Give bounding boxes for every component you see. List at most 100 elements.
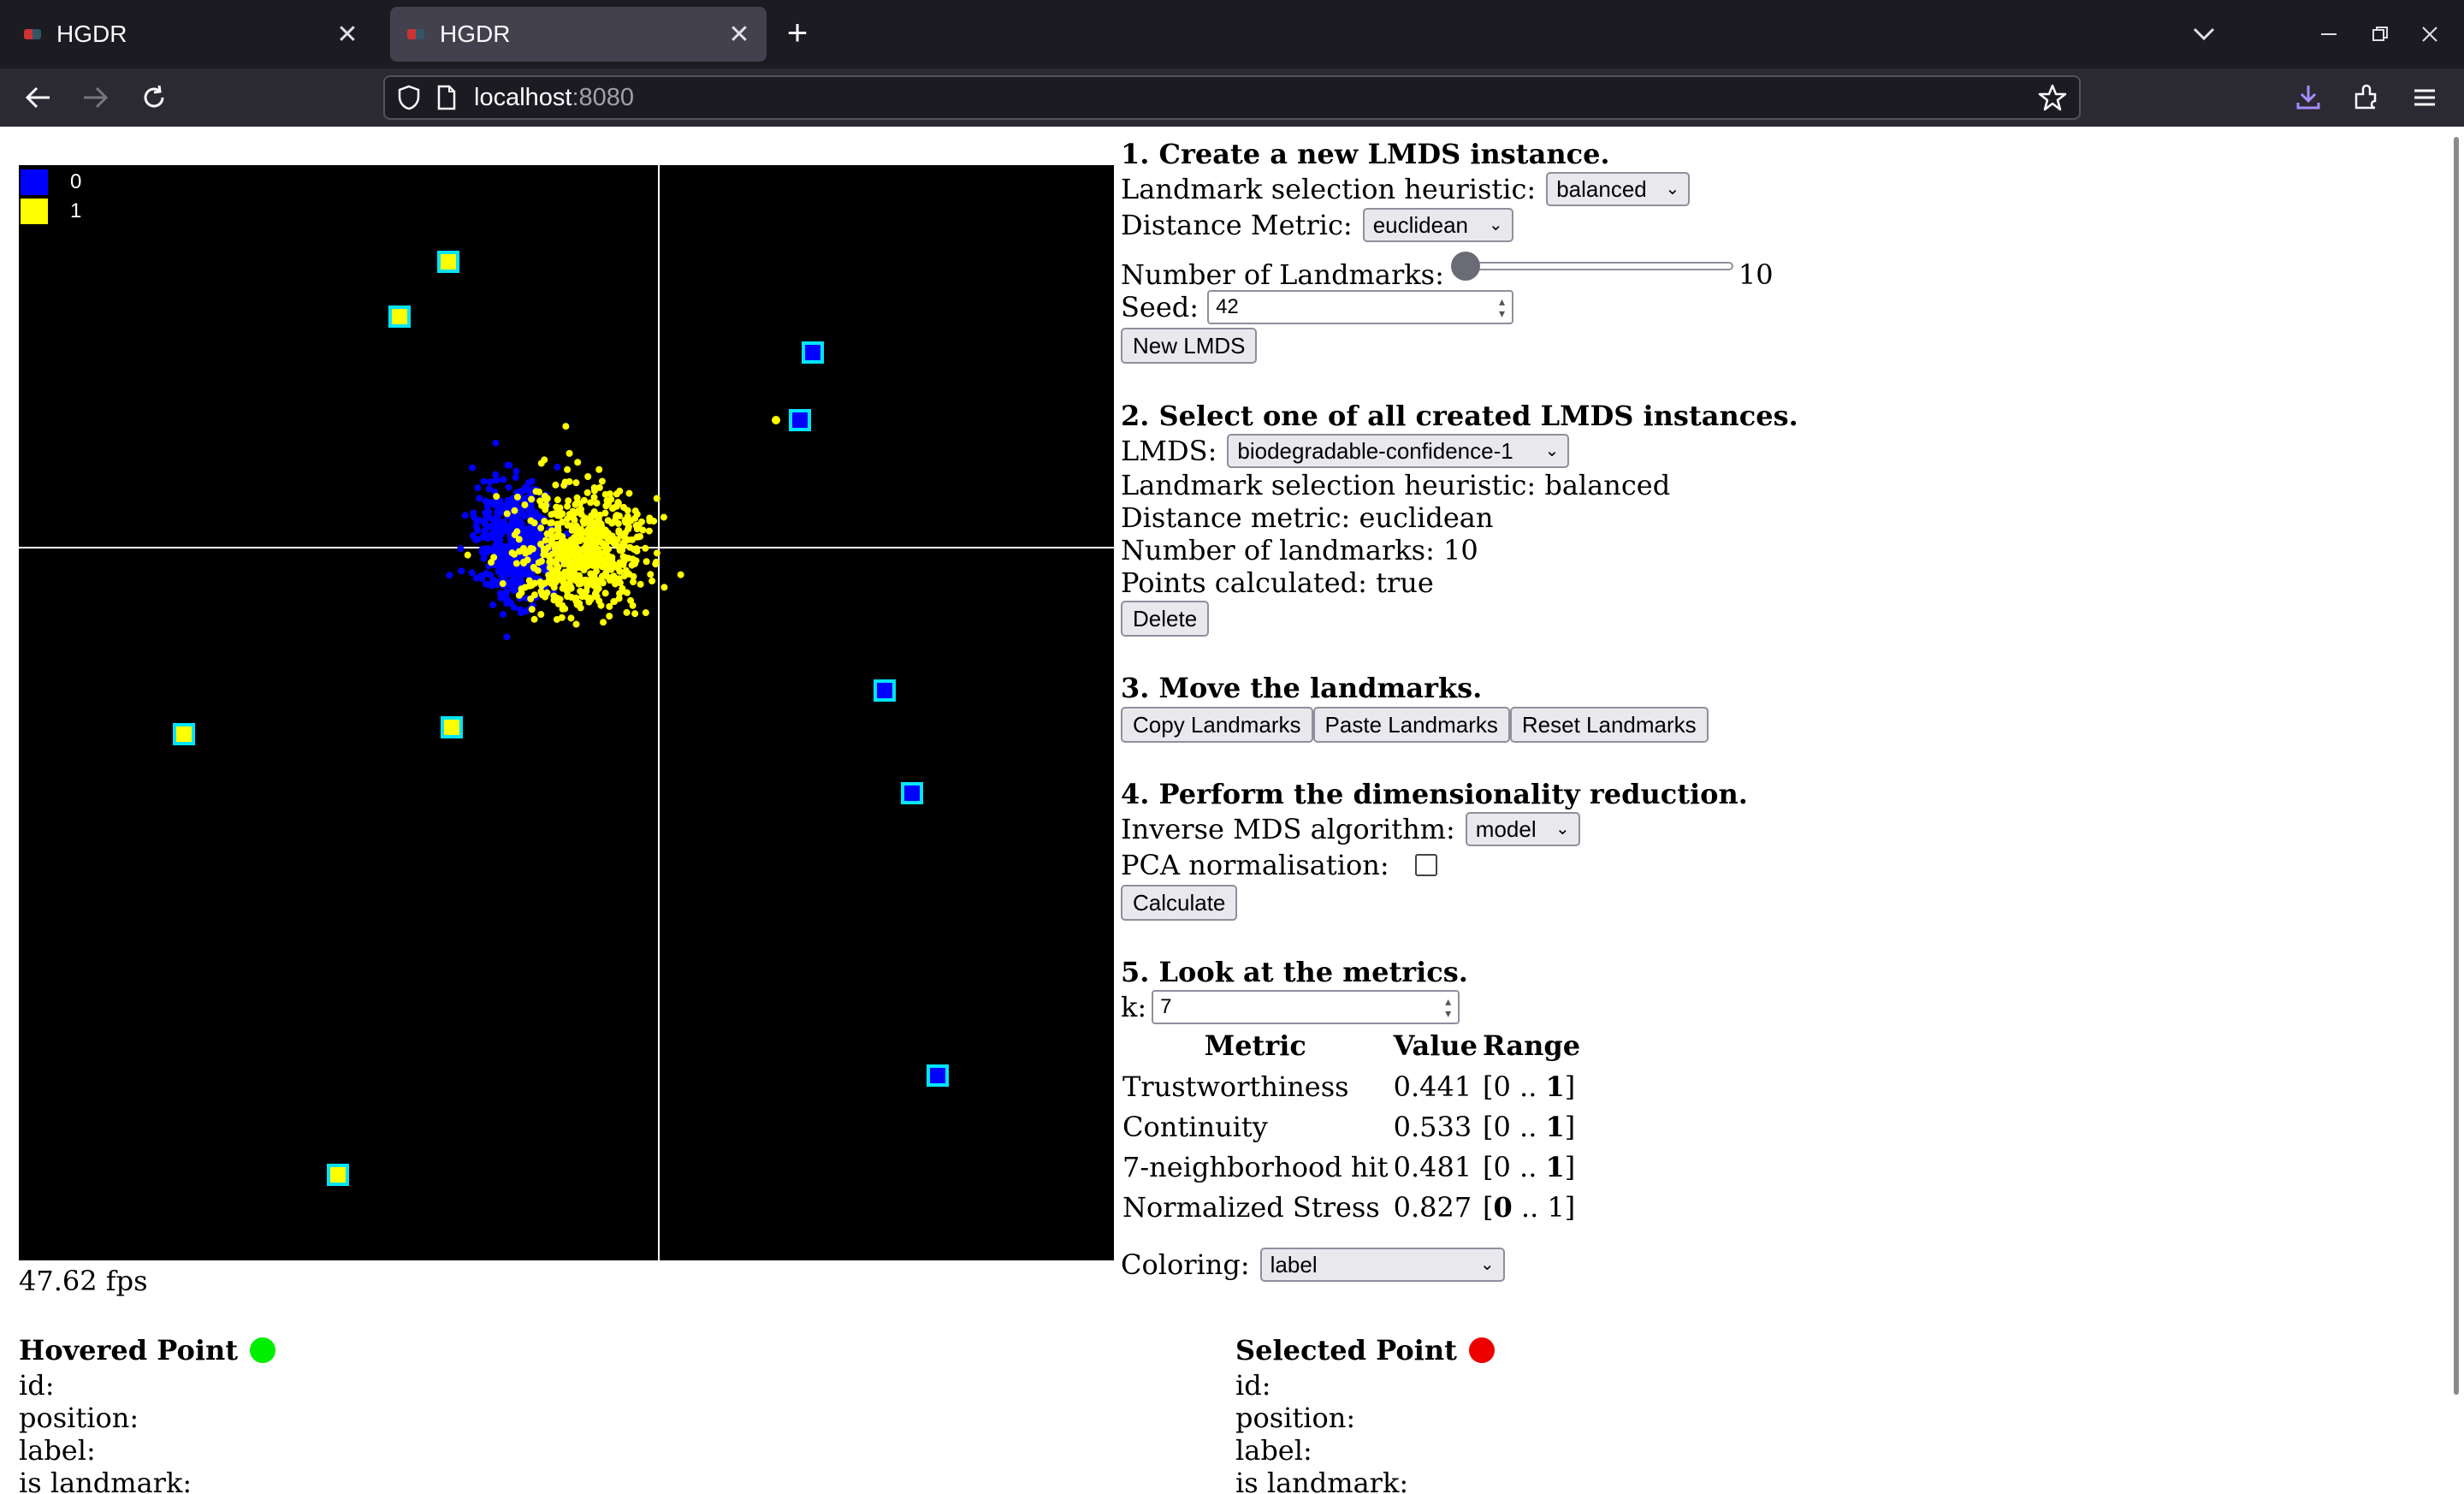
point-label-0[interactable] bbox=[500, 573, 507, 581]
point-label-0[interactable] bbox=[474, 484, 482, 492]
point-label-1[interactable] bbox=[566, 565, 573, 572]
point-label-1[interactable] bbox=[600, 619, 607, 626]
point-label-1[interactable] bbox=[541, 518, 548, 525]
landmark-marker[interactable] bbox=[789, 409, 811, 431]
reset-landmarks-button[interactable]: Reset Landmarks bbox=[1509, 707, 1709, 743]
point-label-1[interactable] bbox=[559, 537, 566, 545]
point-label-1[interactable] bbox=[553, 541, 560, 548]
point-label-1[interactable] bbox=[553, 532, 560, 540]
point-label-1[interactable] bbox=[589, 525, 597, 532]
point-label-1[interactable] bbox=[512, 560, 520, 567]
point-label-1[interactable] bbox=[631, 610, 639, 618]
point-label-1[interactable] bbox=[630, 545, 637, 553]
url-bar[interactable]: localhost:8080 bbox=[383, 75, 2081, 120]
algorithm-select[interactable]: model ⌄ bbox=[1465, 812, 1580, 846]
point-label-0[interactable] bbox=[519, 487, 527, 495]
point-label-1[interactable] bbox=[615, 595, 623, 602]
point-label-1[interactable] bbox=[528, 606, 536, 614]
point-label-0[interactable] bbox=[494, 532, 501, 540]
point-label-1[interactable] bbox=[604, 535, 612, 542]
new-lmds-button[interactable]: New LMDS bbox=[1121, 328, 1258, 364]
point-label-1[interactable] bbox=[598, 477, 606, 485]
point-label-1[interactable] bbox=[530, 519, 538, 527]
point-label-0[interactable] bbox=[518, 578, 525, 585]
reload-icon[interactable] bbox=[135, 79, 173, 116]
landmark-marker[interactable] bbox=[874, 679, 896, 702]
landmark-marker[interactable] bbox=[927, 1064, 949, 1087]
point-label-1[interactable] bbox=[647, 571, 654, 578]
point-label-1[interactable] bbox=[613, 490, 620, 498]
point-label-0[interactable] bbox=[480, 477, 488, 485]
pca-checkbox[interactable] bbox=[1414, 854, 1437, 876]
point-label-1[interactable] bbox=[537, 611, 545, 619]
point-label-1[interactable] bbox=[493, 493, 500, 501]
point-label-1[interactable] bbox=[580, 496, 588, 504]
point-label-1[interactable] bbox=[614, 500, 622, 507]
point-label-1[interactable] bbox=[653, 558, 660, 566]
point-label-1[interactable] bbox=[595, 584, 602, 592]
shield-icon[interactable] bbox=[397, 85, 428, 110]
point-label-1[interactable] bbox=[581, 563, 589, 571]
point-label-0[interactable] bbox=[482, 509, 489, 517]
point-label-0[interactable] bbox=[500, 527, 507, 535]
point-label-1[interactable] bbox=[543, 530, 551, 537]
point-label-1[interactable] bbox=[572, 620, 580, 628]
point-label-0[interactable] bbox=[513, 568, 521, 576]
point-label-1[interactable] bbox=[577, 557, 584, 565]
point-label-0[interactable] bbox=[492, 542, 500, 549]
point-label-1[interactable] bbox=[614, 519, 622, 527]
point-label-1[interactable] bbox=[532, 488, 540, 495]
point-label-1[interactable] bbox=[585, 533, 593, 541]
point-label-1[interactable] bbox=[513, 493, 521, 501]
point-label-0[interactable] bbox=[495, 567, 502, 575]
paste-landmarks-button[interactable]: Paste Landmarks bbox=[1312, 707, 1510, 743]
point-label-1[interactable] bbox=[511, 550, 518, 558]
point-label-0[interactable] bbox=[480, 554, 488, 562]
spinner-icon[interactable]: ▴ ▾ bbox=[1445, 995, 1451, 1019]
point-label-0[interactable] bbox=[504, 461, 512, 469]
point-label-0[interactable] bbox=[506, 567, 513, 575]
point-label-1[interactable] bbox=[601, 590, 609, 597]
point-label-1[interactable] bbox=[534, 566, 542, 574]
point-label-1[interactable] bbox=[614, 543, 622, 551]
point-label-0[interactable] bbox=[457, 545, 465, 553]
point-label-1[interactable] bbox=[571, 526, 578, 534]
point-label-1[interactable] bbox=[645, 527, 653, 535]
point-label-1[interactable] bbox=[643, 558, 650, 566]
scatter-plot[interactable] bbox=[19, 165, 1114, 1260]
point-label-1[interactable] bbox=[541, 492, 548, 500]
landmark-marker[interactable] bbox=[437, 251, 459, 273]
point-label-0[interactable] bbox=[512, 467, 520, 475]
point-label-1[interactable] bbox=[583, 554, 590, 561]
point-label-1[interactable] bbox=[595, 483, 603, 491]
point-label-1[interactable] bbox=[537, 525, 545, 532]
point-label-0[interactable] bbox=[461, 512, 469, 519]
point-label-1[interactable] bbox=[537, 588, 545, 596]
point-label-1[interactable] bbox=[618, 531, 625, 539]
point-label-1[interactable] bbox=[631, 560, 638, 567]
landmark-marker[interactable] bbox=[327, 1164, 349, 1186]
point-label-1[interactable] bbox=[548, 572, 555, 580]
point-label-1[interactable] bbox=[625, 525, 632, 533]
point-label-1[interactable] bbox=[558, 614, 566, 621]
point-label-1[interactable] bbox=[529, 545, 536, 553]
point-label-1[interactable] bbox=[635, 533, 643, 541]
point-label-1[interactable] bbox=[633, 510, 641, 518]
landmarks-slider[interactable] bbox=[1450, 252, 1733, 286]
point-label-1[interactable] bbox=[578, 511, 585, 519]
point-label-1[interactable] bbox=[603, 572, 611, 580]
back-arrow-icon[interactable] bbox=[19, 79, 56, 116]
point-label-1[interactable] bbox=[553, 503, 560, 511]
point-label-0[interactable] bbox=[469, 464, 477, 471]
point-label-0[interactable] bbox=[520, 570, 528, 578]
point-label-1[interactable] bbox=[555, 570, 563, 578]
point-label-0[interactable] bbox=[468, 569, 476, 577]
landmark-marker[interactable] bbox=[441, 716, 463, 738]
point-label-1[interactable] bbox=[554, 496, 561, 504]
point-label-1[interactable] bbox=[595, 465, 603, 473]
point-label-0[interactable] bbox=[458, 567, 465, 575]
landmark-marker[interactable] bbox=[802, 341, 824, 364]
point-label-1[interactable] bbox=[603, 554, 611, 562]
lmds-select[interactable]: biodegradable-confidence-1 ⌄ bbox=[1227, 434, 1570, 468]
point-label-1[interactable] bbox=[589, 512, 597, 519]
